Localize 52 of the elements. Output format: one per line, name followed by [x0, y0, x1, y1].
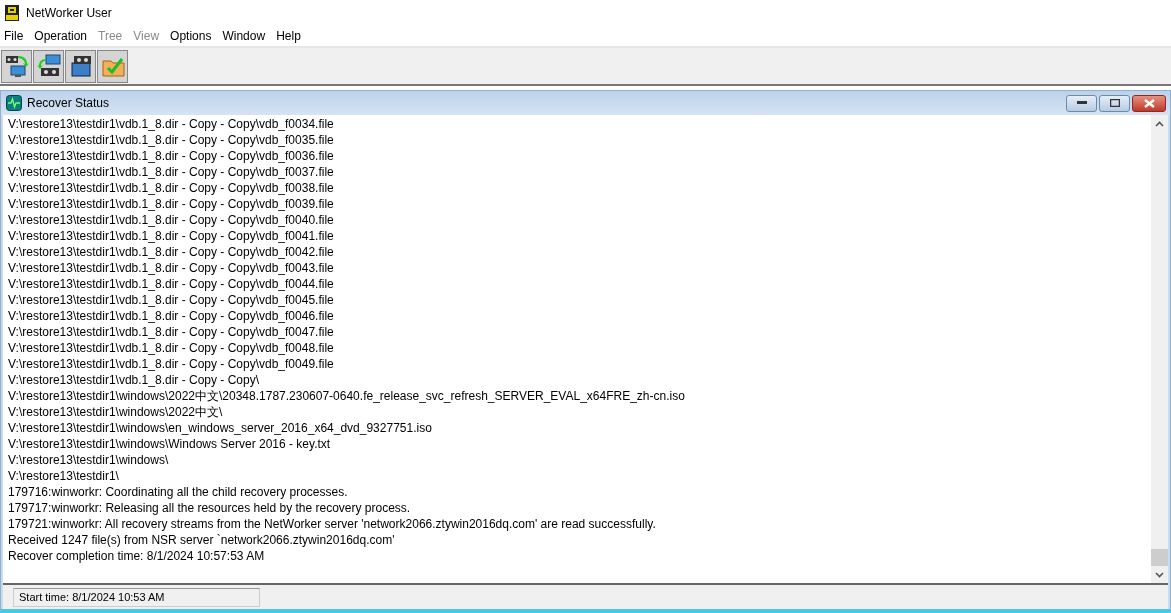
window-title: NetWorker User — [26, 6, 112, 20]
log-line: V:\restore13\testdir1\vdb.1_8.dir - Copy - Copy\vdb_f0047.file — [8, 324, 335, 340]
log-line: V:\restore13\testdir1\vdb.1_8.dir - Copy - Copy\vdb_f0044.file — [8, 276, 335, 292]
log-line: Recover completion time: 8/1/2024 10:57:53 AM — [8, 548, 266, 564]
log-line: V:\restore13\testdir1\vdb.1_8.dir - Copy - Copy\vdb_f0042.file — [8, 244, 335, 260]
log-line: V:\restore13\testdir1\vdb.1_8.dir - Copy - Copy\vdb_f0036.file — [8, 148, 335, 164]
scrollbar-thumb[interactable] — [1151, 549, 1168, 566]
log-line: V:\restore13\testdir1\vdb.1_8.dir - Copy - Copy\vdb_f0040.file — [8, 212, 335, 228]
log-line: V:\restore13\testdir1\vdb.1_8.dir - Copy - Copy\vdb_f0041.file — [8, 228, 335, 244]
log-line: V:\restore13\testdir1\vdb.1_8.dir - Copy - Copy\vdb_f0048.file — [8, 340, 335, 356]
log-line: V:\restore13\testdir1\vdb.1_8.dir - Copy - Copy\vdb_f0038.file — [8, 180, 335, 196]
start-time-text: Start time: 8/1/2024 10:53 AM — [13, 587, 260, 607]
log-line: V:\restore13\testdir1\vdb.1_8.dir - Copy - Copy\vdb_f0037.file — [8, 164, 335, 180]
log-line: 179717:winworkr: Releasing all the resources held by the recovery process. — [8, 500, 412, 516]
computer-to-tape-icon — [35, 53, 62, 79]
waveform-icon — [6, 95, 22, 111]
log-line: V:\restore13\testdir1\windows\Windows Server 2016 - key.txt — [8, 436, 332, 452]
log-line: V:\restore13\testdir1\vdb.1_8.dir - Copy - Copy\vdb_f0043.file — [8, 260, 335, 276]
close-icon — [1143, 98, 1155, 108]
restore-icon — [1109, 99, 1120, 107]
log-line: Received 1247 file(s) from NSR server `network2066.ztywin2016dq.com' — [8, 532, 396, 548]
log-line: V:\restore13\testdir1\vdb.1_8.dir - Copy - Copy\vdb_f0046.file — [8, 308, 335, 324]
minimize-icon — [1076, 101, 1087, 105]
log-line: V:\restore13\testdir1\vdb.1_8.dir - Copy - Copy\vdb_f0039.file — [8, 196, 335, 212]
toolbar-button[interactable] — [1, 49, 32, 83]
log-line: 179716:winworkr: Coordinating all the child recovery processes. — [8, 484, 349, 500]
toolbar-button[interactable] — [65, 49, 96, 83]
log-line: V:\restore13\testdir1\vdb.1_8.dir - Copy - Copy\ — [8, 372, 260, 388]
log-line: 179721:winworkr: All recovery streams from the NetWorker server 'network2066.ztywin2016dq.com' are read successfully. — [8, 516, 657, 532]
toolbar-button[interactable] — [33, 49, 64, 83]
menu-item[interactable]: Operation — [32, 29, 94, 43]
log-line: V:\restore13\testdir1\vdb.1_8.dir - Copy - Copy\vdb_f0049.file — [8, 356, 335, 372]
log-line: V:\restore13\testdir1\ — [8, 468, 120, 484]
menu-item[interactable]: File — [2, 29, 30, 43]
menu-item[interactable]: Help — [274, 29, 307, 43]
child-window-title: Recover Status — [27, 96, 110, 110]
log-line: V:\restore13\testdir1\vdb.1_8.dir - Copy - Copy\vdb_f0045.file — [8, 292, 335, 308]
log-line: V:\restore13\testdir1\windows\en_windows_server_2016_x64_dvd_9327751.iso — [8, 420, 433, 436]
log-line: V:\restore13\testdir1\windows\ — [8, 452, 170, 468]
restore-button[interactable] — [1099, 94, 1130, 112]
close-button[interactable] — [1132, 94, 1166, 112]
log-line: V:\restore13\testdir1\vdb.1_8.dir - Copy - Copy\vdb_f0035.file — [8, 132, 335, 148]
chevron-down-icon — [1155, 571, 1164, 578]
log-line: V:\restore13\testdir1\vdb.1_8.dir - Copy - Copy\vdb_f0034.file — [8, 116, 335, 132]
log-line: V:\restore13\testdir1\windows\2022中文\20348.1787.230607-0640.fe_release_svc_refresh_SERVER_EVAL_x64FRE_zh-cn.iso — [8, 388, 686, 404]
chevron-up-icon — [1155, 120, 1164, 127]
menu-item[interactable]: Options — [168, 29, 218, 43]
minimize-button[interactable] — [1066, 94, 1097, 112]
tape-to-computer-icon — [3, 53, 30, 79]
log-line: V:\restore13\testdir1\windows\2022中文\ — [8, 404, 224, 420]
app-icon — [4, 4, 20, 22]
menu-item[interactable]: Window — [220, 29, 272, 43]
